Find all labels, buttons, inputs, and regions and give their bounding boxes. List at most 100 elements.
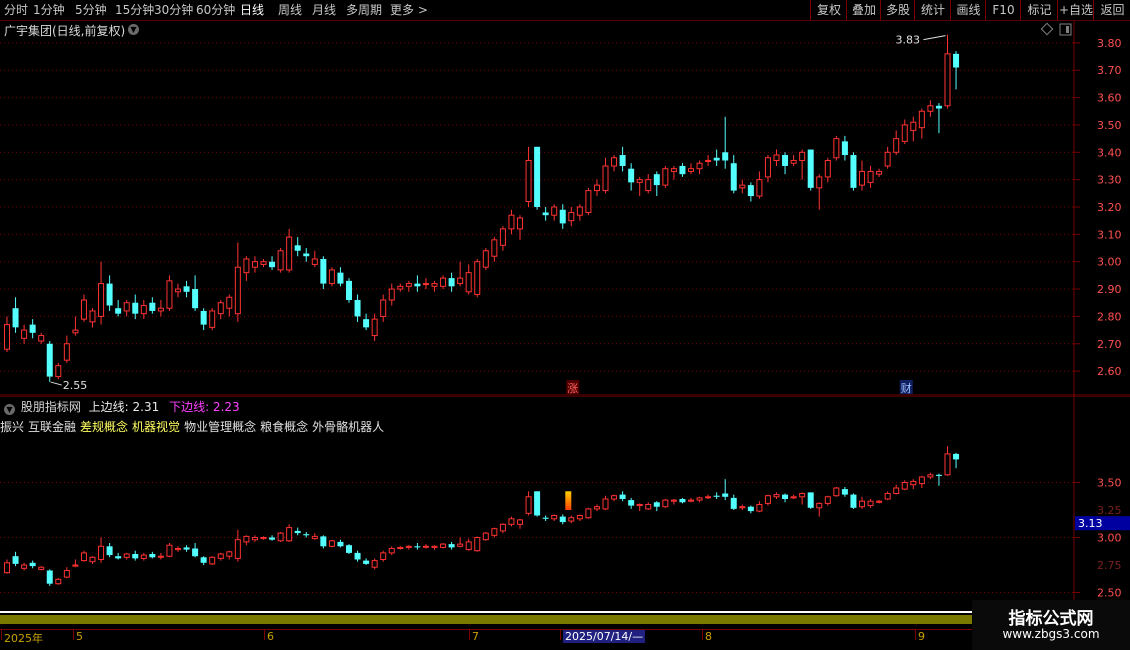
ind-candle-body [534, 491, 541, 516]
lower-line-label: 下边线: 2.23 [169, 400, 240, 414]
ind-candle-body [132, 554, 139, 559]
period-tab-8[interactable]: 月线 [312, 0, 336, 20]
concept-tag: 差规概念 [80, 420, 129, 434]
ind-candle-body [901, 482, 908, 490]
candle-body [670, 168, 677, 172]
toolbar-button-6[interactable]: 标记 [1020, 0, 1058, 20]
candle-body [363, 319, 370, 328]
price-tick-label: 3.40 [1097, 146, 1122, 159]
period-tab-1[interactable]: 1分钟 [33, 0, 65, 20]
ind-candle-body [303, 534, 310, 536]
price-tick-label: 2.80 [1097, 310, 1122, 323]
toolbar-button-3[interactable]: 统计 [914, 0, 951, 20]
toolbar-button-7[interactable]: +自选 [1057, 0, 1094, 20]
ind-candle-body [234, 539, 241, 559]
date-label: 2025/07/14/— [563, 630, 646, 643]
ind-candle-body [397, 546, 404, 549]
ind-candle-body [380, 552, 387, 560]
candle-body [448, 278, 455, 287]
candle-body [559, 209, 566, 224]
candle-body [525, 160, 532, 203]
price-tick-label: 2.90 [1097, 283, 1122, 296]
candle-body [474, 261, 481, 296]
candle-body [816, 176, 823, 189]
candle-body [337, 272, 344, 284]
candle-body [585, 190, 592, 213]
date-tick-mark [702, 630, 703, 640]
toolbar-button-1[interactable]: 叠加 [846, 0, 881, 20]
toolbar-button-2[interactable]: 多股 [880, 0, 915, 20]
date-tick-mark [264, 630, 265, 640]
kline-chart[interactable]: 3.832.55 涨财 3.803.703.603.503.403.303.203… [0, 21, 1130, 414]
candle-body [841, 141, 848, 156]
event-marker: 涨 [567, 382, 578, 395]
period-tab-2[interactable]: 5分钟 [75, 0, 107, 20]
ind-candle-body [29, 562, 36, 567]
ind-candle-body [80, 552, 87, 562]
ind-candle-body [756, 504, 763, 512]
ind-candle-body [850, 494, 857, 508]
period-tab-7[interactable]: 周线 [278, 0, 302, 20]
toolbar-button-0[interactable]: 复权 [810, 0, 847, 20]
ind-candle-body [140, 554, 147, 559]
candle-body [106, 283, 113, 306]
candle-body [927, 105, 934, 112]
candle-body [166, 280, 173, 309]
period-tab-10[interactable]: 更多 > [390, 0, 428, 20]
candle-body [859, 170, 865, 186]
period-tab-5[interactable]: 60分钟 [196, 0, 235, 20]
candle-body [260, 261, 267, 265]
period-tab-4[interactable]: 30分钟 [154, 0, 193, 20]
ind-candle-body [286, 527, 293, 542]
candle-body [790, 160, 797, 164]
date-tick-mark [915, 630, 916, 640]
chevron-down-icon[interactable]: ▼ [4, 404, 15, 415]
period-tab-3[interactable]: 15分钟 [115, 0, 154, 20]
candle-body [508, 214, 515, 230]
indicator-tick-label: 2.50 [1097, 587, 1122, 600]
candle-body [517, 217, 523, 230]
candle-body [824, 160, 831, 178]
toolbar-button-8[interactable]: 返回 [1093, 0, 1130, 20]
ind-candle-body [422, 545, 429, 548]
candle-body [234, 266, 241, 315]
ind-candle-body [166, 544, 173, 557]
period-tab-0[interactable]: 分时 [4, 0, 28, 20]
ind-candle-body [645, 504, 652, 510]
candle-body [747, 185, 754, 197]
concept-tag: 机器视觉 [132, 420, 181, 434]
ind-candle-body [824, 496, 831, 504]
chevron-down-icon[interactable]: ▼ [128, 24, 139, 35]
candle-body [636, 179, 643, 183]
candle-body [303, 253, 310, 257]
ind-candle-body [251, 537, 258, 541]
concept-tag: 振兴 [0, 420, 25, 434]
candle-body [935, 105, 942, 109]
candle-body [243, 258, 250, 274]
candle-body [457, 277, 464, 285]
candle-body [482, 250, 489, 268]
ind-candle-body [277, 532, 284, 542]
concept-tag: 外骨骼机器人 [312, 420, 385, 434]
period-tab-9[interactable]: 多周期 [346, 0, 382, 20]
indicator-header: ▼ 股朋指标网 上边线: 2.31 下边线: 2.23 [4, 398, 240, 415]
candle-body [209, 310, 216, 328]
high-price-label: 3.83 [896, 34, 921, 47]
candle-body [465, 272, 472, 293]
toolbar-button-4[interactable]: 画线 [950, 0, 986, 20]
candle-body [499, 228, 506, 246]
ind-candle-body [183, 547, 190, 550]
candle-body [688, 168, 694, 172]
date-tick-mark [469, 630, 470, 640]
period-tab-6[interactable]: 日线 [240, 0, 264, 20]
date-label: 6 [267, 630, 274, 643]
ind-candle-body [593, 506, 600, 510]
ind-candle-body [414, 546, 421, 548]
ind-candle-body [328, 540, 335, 547]
date-label: 8 [705, 630, 712, 643]
candle-body [175, 288, 181, 293]
candle-body [653, 174, 660, 186]
candle-body [123, 302, 130, 312]
toolbar-button-5[interactable]: F10 [985, 0, 1021, 20]
watermark-url: www.zbgs3.com [1002, 627, 1100, 641]
